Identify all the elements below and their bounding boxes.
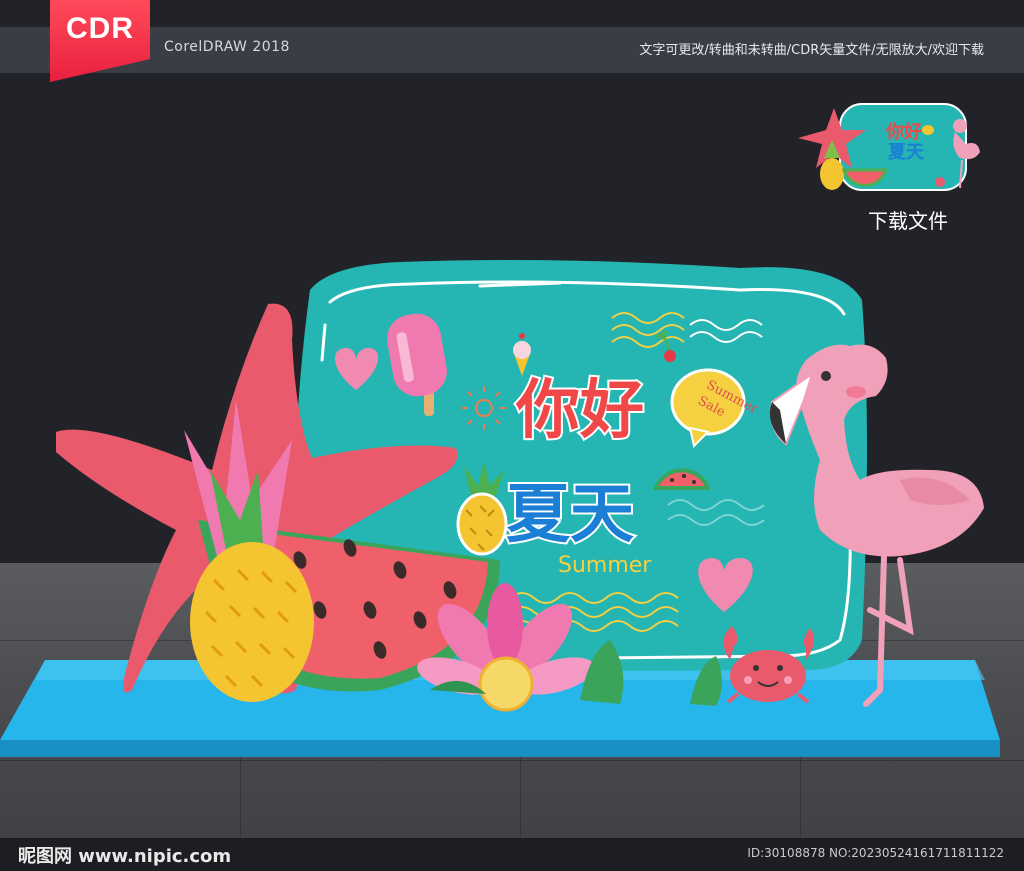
summer-display-scene: Summer Sale 你好 夏天 Summer — [0, 260, 1000, 757]
image-id: ID:30108878 NO:20230524161711811122 — [747, 846, 1004, 860]
title-line1: 你好 — [515, 374, 644, 448]
canvas: CDR CorelDRAW 2018 文字可更改/转曲和未转曲/CDR矢量文件/… — [0, 0, 1024, 871]
title-subtitle: Summer — [558, 553, 652, 578]
title-line2: 夏天 — [506, 478, 634, 552]
site-watermark: 昵图网 www.nipic.com — [18, 846, 232, 867]
